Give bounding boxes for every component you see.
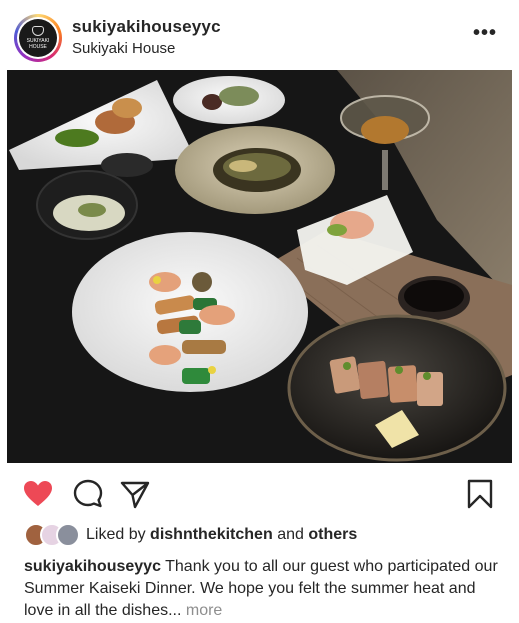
likes-others-link[interactable]: others [308, 526, 357, 544]
story-ring[interactable]: SUKIYAKI HOUSE [14, 14, 62, 62]
bookmark-icon[interactable] [464, 478, 496, 510]
liker-avatars[interactable] [24, 523, 82, 547]
post-header: SUKIYAKI HOUSE sukiyakihouseyyc Sukiyaki… [0, 0, 519, 70]
liker-username[interactable]: dishnthekitchen [150, 526, 273, 544]
post-location[interactable]: Sukiyaki House [72, 40, 175, 57]
more-horizontal-icon[interactable]: ••• [473, 23, 497, 43]
comment-icon[interactable] [72, 478, 104, 510]
caption-username[interactable]: sukiyakihouseyyc [24, 558, 161, 575]
action-bar [0, 474, 519, 514]
avatar[interactable]: SUKIYAKI HOUSE [19, 19, 57, 57]
caption-more-link[interactable]: more [186, 602, 222, 619]
post-caption: sukiyakihouseyyc Thank you to all our gu… [24, 556, 504, 622]
likes-and: and [277, 526, 304, 543]
likes-prefix: Liked by [86, 526, 146, 543]
liker-avatar [56, 523, 80, 547]
send-icon[interactable] [119, 478, 151, 510]
likes-row: Liked by dishnthekitchen and others [24, 522, 357, 548]
heart-filled-icon[interactable] [22, 478, 54, 510]
avatar-logo-text-2: HOUSE [29, 44, 47, 50]
post-username[interactable]: sukiyakihouseyyc [72, 17, 221, 37]
post-photo[interactable] [7, 70, 512, 463]
logo-crest-icon [32, 26, 44, 36]
